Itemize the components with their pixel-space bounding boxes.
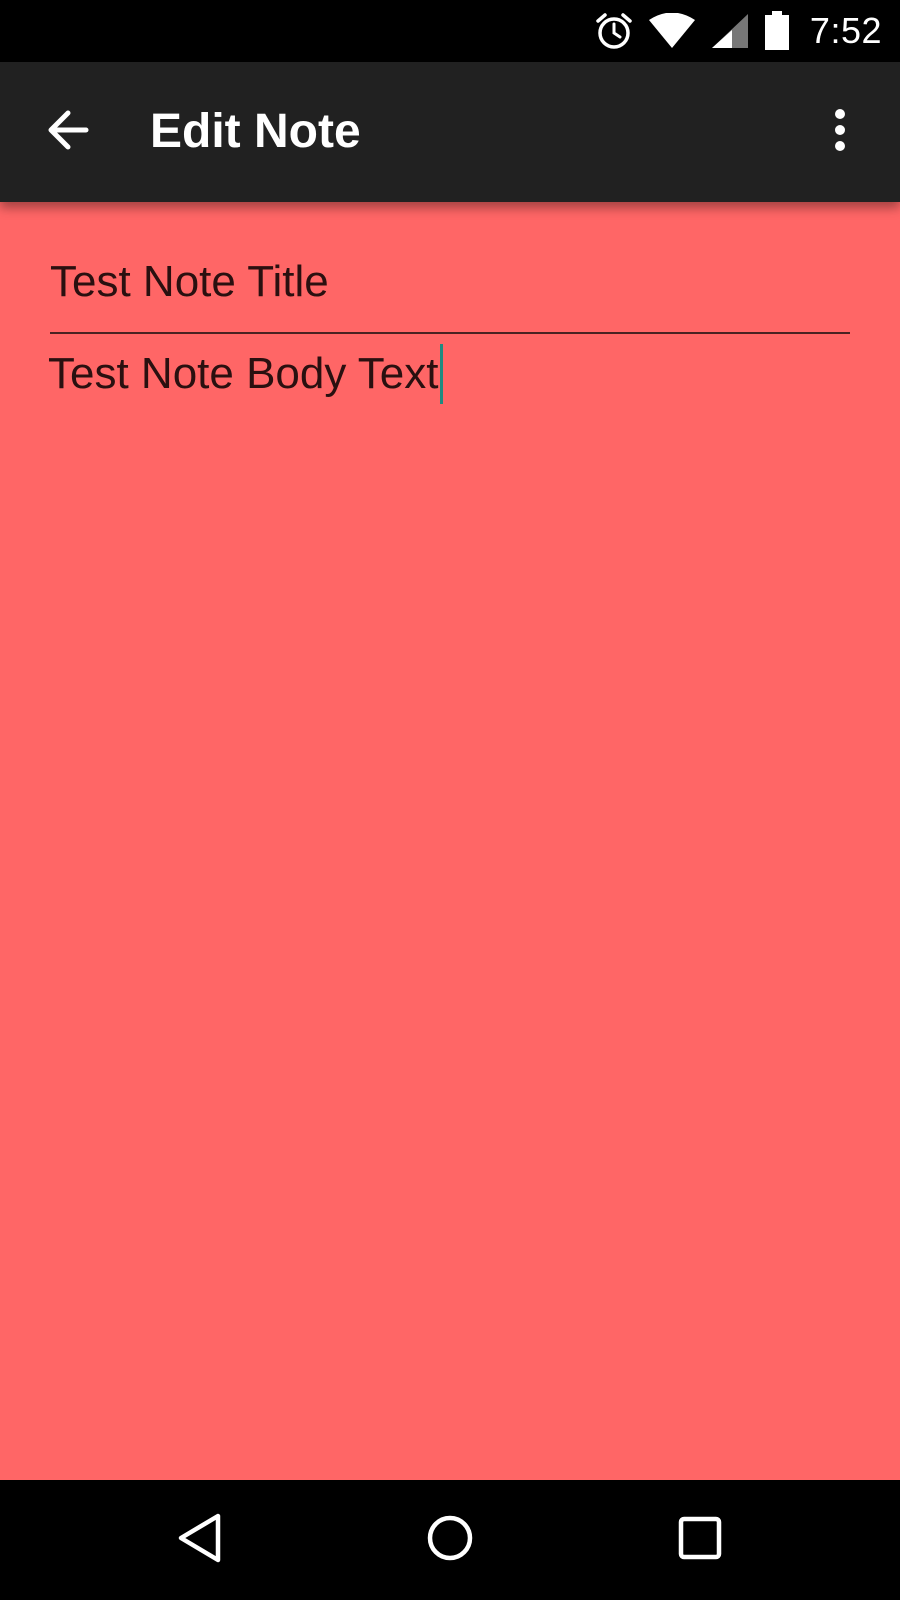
back-triangle-icon bbox=[176, 1512, 224, 1569]
battery-icon bbox=[764, 11, 790, 51]
nav-recents-button[interactable] bbox=[660, 1500, 740, 1580]
more-vert-icon bbox=[833, 108, 847, 157]
arrow-back-icon bbox=[46, 108, 90, 157]
navigation-bar bbox=[0, 1480, 900, 1600]
status-icons: 7:52 bbox=[594, 0, 882, 62]
signal-icon bbox=[710, 13, 750, 49]
note-body-input[interactable]: Test Note Body Text bbox=[48, 344, 850, 404]
alarm-icon bbox=[594, 11, 634, 51]
app-bar: Edit Note bbox=[0, 62, 900, 202]
note-title-text: Test Note Title bbox=[50, 257, 329, 306]
nav-back-button[interactable] bbox=[160, 1500, 240, 1580]
page-title: Edit Note bbox=[150, 105, 361, 158]
nav-home-button[interactable] bbox=[410, 1500, 490, 1580]
status-bar: 7:52 bbox=[0, 0, 900, 62]
recents-square-icon bbox=[677, 1515, 723, 1566]
overflow-menu-button[interactable] bbox=[816, 100, 864, 164]
text-cursor bbox=[439, 344, 443, 404]
back-button[interactable] bbox=[36, 100, 100, 164]
note-body-text: Test Note Body Text bbox=[48, 349, 439, 398]
status-time: 7:52 bbox=[809, 10, 882, 51]
note-editor: Test Note Title Test Note Body Text bbox=[0, 202, 900, 1480]
wifi-icon bbox=[648, 13, 696, 49]
home-circle-icon bbox=[425, 1513, 475, 1568]
note-title-input[interactable]: Test Note Title bbox=[50, 252, 850, 334]
